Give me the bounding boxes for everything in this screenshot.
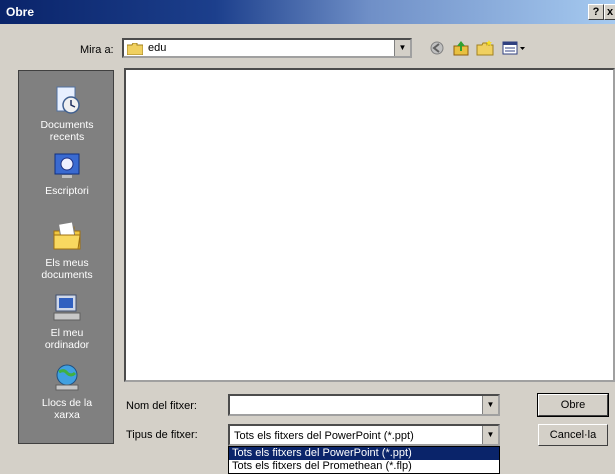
my-documents-icon — [53, 221, 81, 250]
look-in-label: Mira a: — [80, 44, 114, 56]
places-label: xarxa — [54, 409, 80, 421]
new-folder-icon[interactable] — [476, 40, 494, 56]
open-dialog: Obre ? x Mira a: edu ▼ Documents recents… — [0, 0, 615, 474]
look-in-combobox[interactable]: edu ▼ — [122, 38, 412, 58]
places-item-my-documents[interactable]: Els meus documents — [19, 219, 115, 281]
places-label: Documents — [40, 119, 94, 131]
view-menu-icon[interactable] — [502, 40, 528, 56]
chevron-down-icon[interactable]: ▼ — [394, 40, 410, 56]
cancel-button[interactable]: Cancel·la — [538, 424, 608, 446]
places-label: documents — [41, 269, 93, 281]
my-computer-icon — [53, 294, 81, 321]
filetype-select[interactable]: Tots els fitxers del PowerPoint (*.ppt) … — [228, 424, 500, 446]
desktop-icon — [54, 153, 80, 178]
title-bar[interactable]: Obre ? x — [0, 0, 615, 24]
chevron-down-icon[interactable]: ▼ — [482, 396, 498, 414]
folder-icon — [127, 43, 143, 55]
filetype-dropdown-list[interactable]: Tots els fitxers del PowerPoint (*.ppt) … — [228, 446, 500, 474]
places-bar: Documents recents Escriptori Els meus do… — [18, 70, 114, 444]
places-item-my-computer[interactable]: El meu ordinador — [19, 293, 115, 351]
filetype-value: Tots els fitxers del PowerPoint (*.ppt) — [234, 430, 414, 442]
dialog-title: Obre — [6, 5, 35, 19]
filetype-label: Tipus de fitxer: — [126, 429, 198, 441]
places-label: Escriptori — [45, 185, 89, 197]
open-button[interactable]: Obre — [537, 393, 609, 417]
filetype-option[interactable]: Tots els fitxers del PowerPoint (*.ppt) — [229, 447, 499, 460]
places-label: El meu — [50, 327, 84, 339]
look-in-value: edu — [148, 42, 167, 54]
filetype-option[interactable]: Tots els fitxers del Promethean (*.flp) — [229, 460, 499, 473]
places-item-network[interactable]: Llocs de la xarxa — [19, 363, 115, 421]
chevron-down-icon[interactable]: ▼ — [482, 426, 498, 444]
places-label: recents — [49, 131, 85, 143]
up-folder-icon[interactable] — [452, 40, 470, 56]
help-button[interactable]: ? — [588, 4, 604, 20]
places-label: ordinador — [44, 339, 90, 351]
filename-input[interactable]: ▼ — [228, 394, 500, 416]
recent-documents-icon — [56, 86, 80, 114]
places-label: Llocs de la — [41, 397, 93, 409]
places-item-desktop[interactable]: Escriptori — [19, 151, 115, 197]
filename-label: Nom del fitxer: — [126, 400, 197, 412]
close-button[interactable]: x — [604, 4, 615, 20]
places-label: Els meus — [45, 257, 89, 269]
file-list[interactable] — [124, 68, 615, 382]
places-item-recent[interactable]: Documents recents — [19, 85, 115, 143]
network-places-icon — [55, 364, 79, 391]
back-icon[interactable] — [428, 40, 446, 56]
